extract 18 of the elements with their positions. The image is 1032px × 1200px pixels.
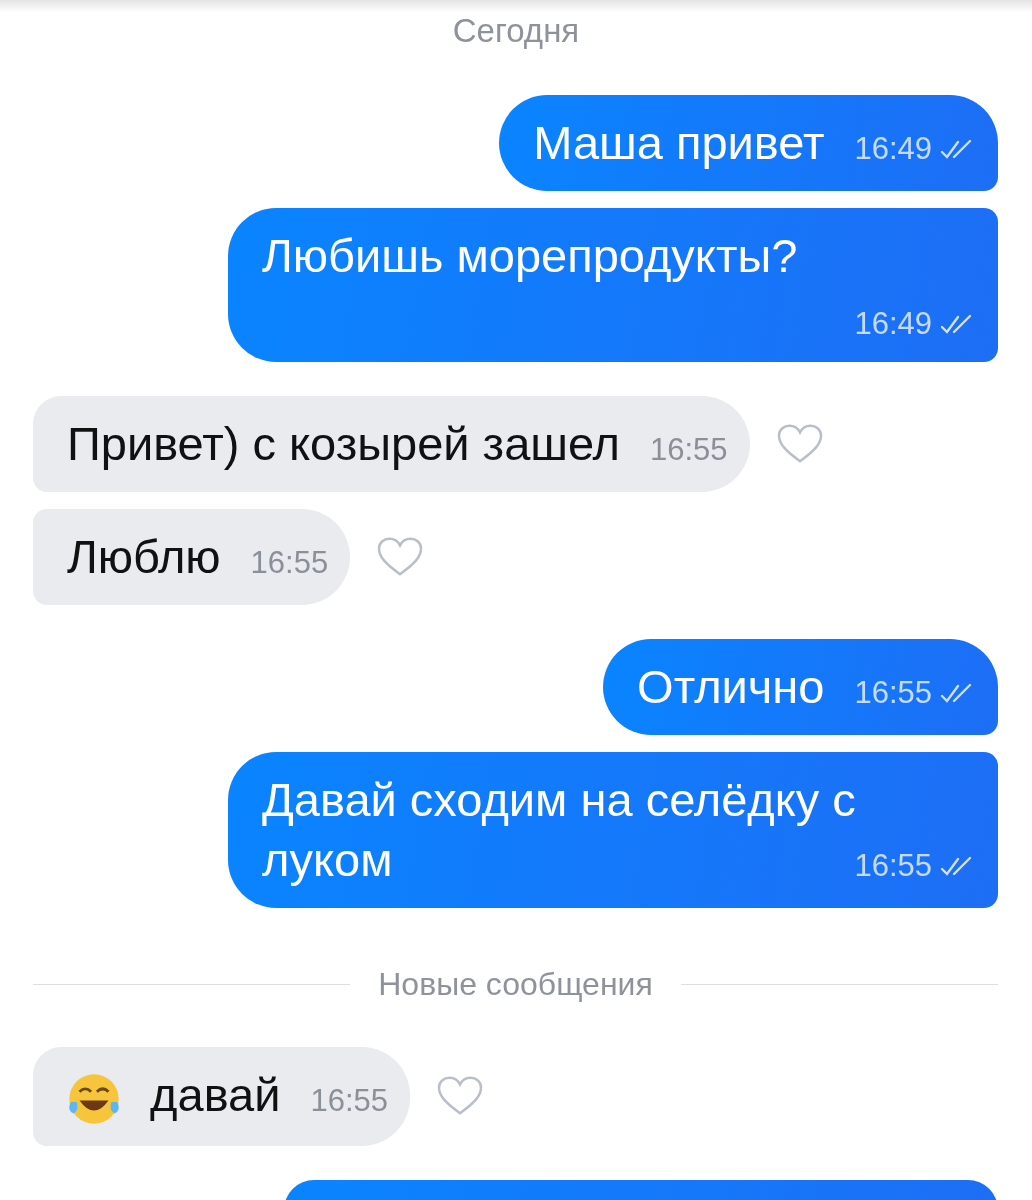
- message-time: 16:55: [854, 674, 932, 712]
- message-text: Люблю: [67, 530, 221, 583]
- message-time: 16:55: [650, 431, 728, 469]
- message-time: 16:55: [250, 544, 329, 582]
- message-time: 16:55: [854, 847, 932, 885]
- heart-icon[interactable]: [376, 536, 425, 578]
- message-text: Любишь морепродукты?: [262, 229, 798, 282]
- heart-icon[interactable]: [775, 423, 824, 465]
- message-text: Давай сходим на селёдку с луком: [262, 773, 856, 886]
- message-text: Привет) с козырей зашел: [67, 417, 620, 470]
- date-label: Сегодня: [452, 12, 580, 50]
- message-text: Маша привет: [533, 116, 825, 169]
- message-text: Отлично: [637, 660, 825, 713]
- message-time: 16:49: [854, 130, 932, 168]
- new-messages-label: Новые сообщения: [378, 966, 653, 1003]
- message-text: давай: [150, 1068, 281, 1121]
- message-time: 16:55: [310, 1082, 389, 1120]
- message-time: 16:49: [854, 305, 932, 343]
